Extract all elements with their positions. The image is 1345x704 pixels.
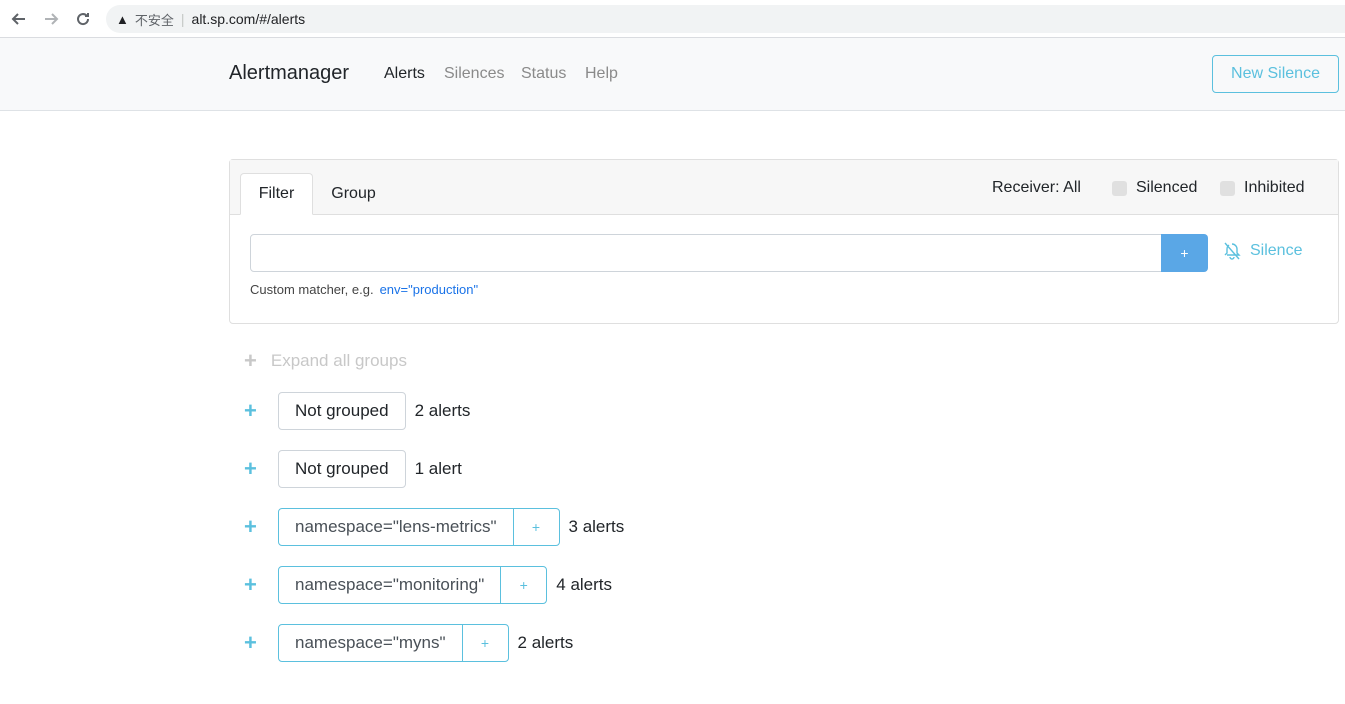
add-matcher-button[interactable]: +	[1161, 234, 1208, 272]
bell-slash-icon	[1224, 242, 1241, 260]
silence-link-label: Silence	[1250, 242, 1303, 259]
expand-group-plus-icon[interactable]: +	[244, 572, 278, 598]
silence-link[interactable]: Silence	[1222, 242, 1302, 260]
nav-silences[interactable]: Silences	[444, 65, 504, 83]
group-matcher-buttons: namespace="monitoring" +	[278, 566, 548, 604]
back-arrow-icon[interactable]	[8, 8, 30, 30]
nav-status[interactable]: Status	[521, 65, 566, 83]
group-row: + namespace="myns" + 2 alerts	[244, 624, 573, 662]
expand-group-plus-icon[interactable]: +	[244, 630, 278, 656]
browser-toolbar: ▲ 不安全 | alt.sp.com/#/alerts	[0, 0, 1345, 38]
expand-group-plus-icon[interactable]: +	[244, 398, 278, 424]
hint-example: env="production"	[379, 282, 479, 297]
group-alert-count: 2 alerts	[517, 633, 574, 652]
group-matcher-label[interactable]: namespace="lens-metrics"	[279, 509, 514, 545]
group-alert-count: 4 alerts	[556, 575, 613, 594]
filter-card-header: Filter Group Receiver: All Silenced Inhi…	[230, 160, 1338, 215]
group-row: + Not grouped 2 alerts	[244, 392, 470, 430]
insecure-label: 不安全	[134, 12, 174, 28]
receiver-selector[interactable]: Receiver: All	[992, 179, 1081, 197]
forward-arrow-icon[interactable]	[40, 8, 62, 30]
add-matcher-plus-icon[interactable]: +	[463, 625, 508, 661]
add-matcher-plus-icon[interactable]: +	[501, 567, 546, 603]
inhibited-checkbox-box[interactable]	[1220, 180, 1235, 196]
app-navbar: Alertmanager Alerts Silences Status Help…	[0, 38, 1345, 111]
tab-group[interactable]: Group	[316, 173, 391, 215]
matcher-hint: Custom matcher, e.g. env="production"	[250, 282, 478, 297]
group-matcher-buttons: namespace="lens-metrics" +	[278, 508, 560, 546]
reload-icon[interactable]	[72, 8, 94, 30]
group-matcher-label[interactable]: namespace="monitoring"	[279, 567, 502, 603]
add-matcher-plus-icon[interactable]: +	[514, 509, 559, 545]
address-separator: |	[180, 11, 185, 27]
expand-group-plus-icon[interactable]: +	[244, 456, 278, 482]
silenced-label: Silenced	[1136, 179, 1198, 196]
silenced-checkbox-box[interactable]	[1112, 180, 1127, 196]
group-label: Not grouped	[278, 392, 406, 430]
plus-icon: +	[244, 348, 257, 373]
inhibited-checkbox[interactable]: Inhibited	[1220, 179, 1305, 197]
group-row: + namespace="lens-metrics" + 3 alerts	[244, 508, 624, 546]
tab-filter[interactable]: Filter	[240, 173, 313, 215]
group-alert-count: 1 alert	[414, 459, 462, 478]
expand-group-plus-icon[interactable]: +	[244, 514, 278, 540]
expand-all-groups[interactable]: + Expand all groups	[244, 348, 407, 374]
address-bar[interactable]: ▲ 不安全 | alt.sp.com/#/alerts	[106, 5, 1345, 33]
group-row: + Not grouped 1 alert	[244, 450, 462, 488]
group-alert-count: 3 alerts	[568, 517, 625, 536]
url-text: alt.sp.com/#/alerts	[191, 11, 306, 27]
new-silence-button[interactable]: New Silence	[1212, 55, 1339, 93]
warning-icon: ▲	[116, 11, 129, 27]
matcher-input[interactable]	[250, 234, 1162, 272]
group-matcher-buttons: namespace="myns" +	[278, 624, 509, 662]
hint-text: Custom matcher, e.g.	[250, 282, 374, 297]
nav-alerts[interactable]: Alerts	[384, 65, 425, 83]
group-matcher-label[interactable]: namespace="myns"	[279, 625, 463, 661]
silenced-checkbox[interactable]: Silenced	[1112, 179, 1197, 197]
group-alert-count: 2 alerts	[414, 401, 471, 420]
brand-logo[interactable]: Alertmanager	[229, 62, 349, 85]
nav-help[interactable]: Help	[585, 65, 618, 83]
filter-card: Filter Group Receiver: All Silenced Inhi…	[229, 159, 1339, 324]
group-row: + namespace="monitoring" + 4 alerts	[244, 566, 612, 604]
expand-all-label: Expand all groups	[270, 351, 407, 370]
group-label: Not grouped	[278, 450, 406, 488]
inhibited-label: Inhibited	[1244, 179, 1305, 196]
